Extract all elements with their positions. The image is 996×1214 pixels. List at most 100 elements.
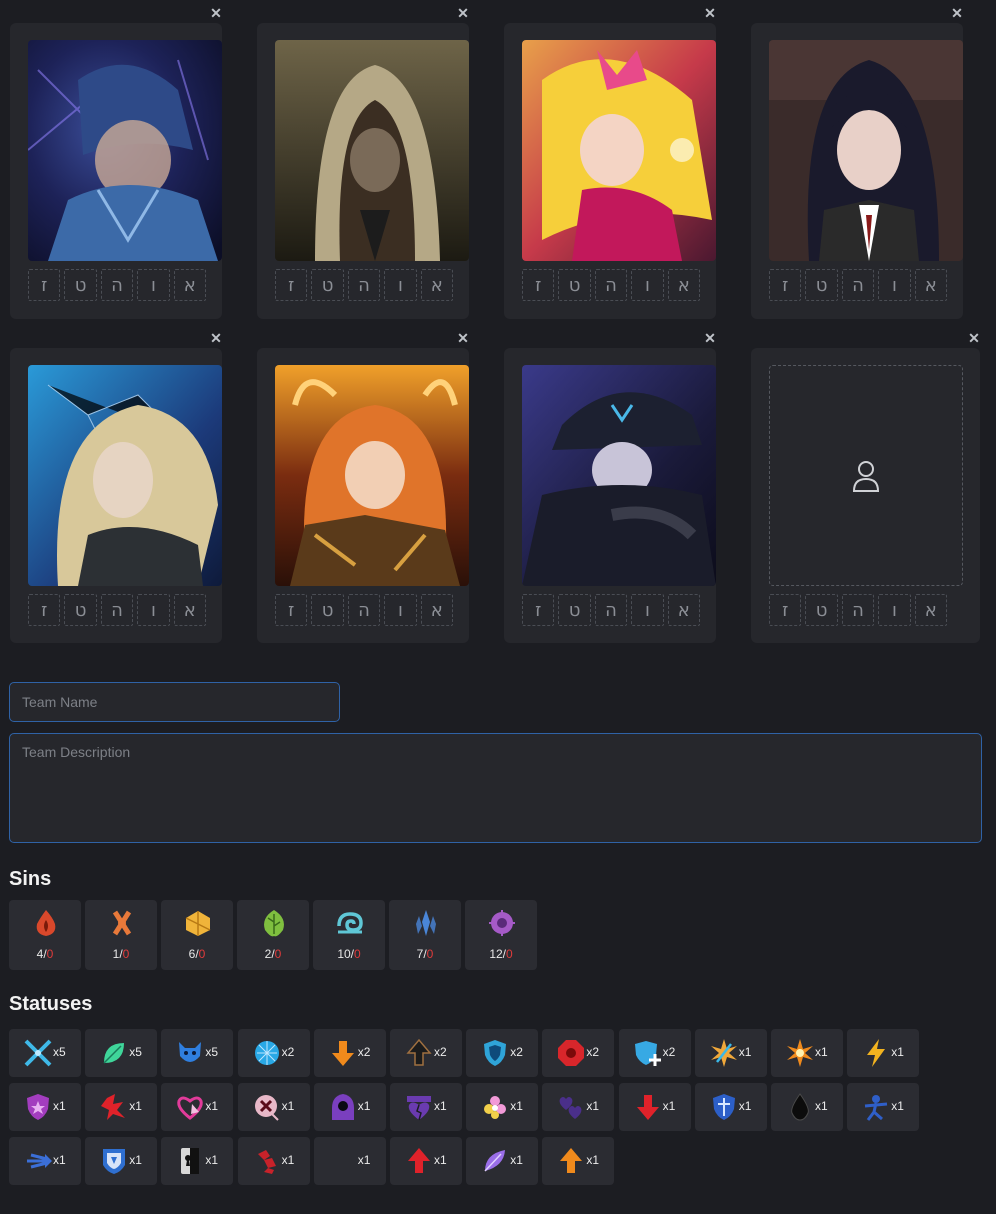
status-tile[interactable]: x1	[466, 1137, 539, 1185]
slot-6[interactable]: ז ט ה ו א	[257, 348, 469, 643]
letter-button[interactable]: ה	[594, 269, 628, 301]
portrait-constellation[interactable]	[28, 365, 222, 586]
status-tile[interactable]: x1	[694, 1083, 767, 1131]
team-description-input[interactable]	[9, 733, 982, 843]
letter-button[interactable]: ה	[100, 269, 134, 301]
status-tile[interactable]: x5	[161, 1029, 234, 1077]
remove-slot-1-icon[interactable]: ✕	[209, 6, 223, 20]
empty-portrait-placeholder[interactable]	[769, 365, 963, 586]
slot-2[interactable]: ז ט ה ו א	[257, 23, 469, 319]
letter-button[interactable]: ט	[64, 594, 97, 626]
letter-button[interactable]: א	[667, 269, 701, 301]
letter-button[interactable]: ז	[275, 269, 308, 301]
status-tile[interactable]: x1	[9, 1137, 81, 1185]
status-tile[interactable]: x1	[9, 1083, 81, 1131]
remove-slot-7-icon[interactable]: ✕	[703, 331, 717, 345]
letter-button[interactable]: ז	[275, 594, 308, 626]
portrait-hooded-blue[interactable]	[28, 40, 222, 261]
letter-button[interactable]: ו	[384, 594, 417, 626]
letter-button[interactable]: ז	[522, 269, 555, 301]
letter-button[interactable]: ט	[805, 269, 838, 301]
letter-button[interactable]: א	[420, 594, 454, 626]
letter-button[interactable]: ו	[137, 594, 170, 626]
slot-5[interactable]: ז ט ה ו א	[10, 348, 222, 643]
status-tile[interactable]: x2	[466, 1029, 539, 1077]
letter-button[interactable]: ט	[558, 594, 591, 626]
letter-button[interactable]: א	[914, 594, 948, 626]
letter-button[interactable]: ה	[594, 594, 628, 626]
status-tile[interactable]: x1	[390, 1137, 462, 1185]
letter-button[interactable]: ה	[347, 594, 381, 626]
letter-button[interactable]: ה	[347, 269, 381, 301]
slot-8-empty[interactable]: ז ט ה ו א	[751, 348, 980, 643]
portrait-veiled[interactable]	[275, 40, 469, 261]
portrait-blonde-crown[interactable]	[522, 40, 716, 261]
letter-button[interactable]: א	[173, 269, 207, 301]
status-tile[interactable]: x1	[313, 1137, 386, 1185]
status-tile[interactable]: x1	[847, 1029, 920, 1077]
status-tile[interactable]: x1	[542, 1083, 615, 1131]
status-tile[interactable]: x2	[237, 1029, 310, 1077]
status-tile[interactable]: x1	[618, 1083, 691, 1131]
status-tile[interactable]: x1	[313, 1083, 386, 1131]
status-tile[interactable]: x2	[313, 1029, 386, 1077]
status-tile[interactable]: x5	[9, 1029, 81, 1077]
letter-button[interactable]: ז	[769, 594, 802, 626]
status-tile[interactable]: x1	[237, 1083, 310, 1131]
letter-button[interactable]: ה	[841, 594, 875, 626]
letter-button[interactable]: א	[914, 269, 948, 301]
slot-3[interactable]: ז ט ה ו א	[504, 23, 716, 319]
slot-1[interactable]: ז ט ה ו א	[10, 23, 222, 319]
slot-4[interactable]: ז ט ה ו א	[751, 23, 963, 319]
letter-button[interactable]: ו	[384, 269, 417, 301]
remove-slot-8-icon[interactable]: ✕	[967, 331, 981, 345]
status-count: x1	[205, 1153, 219, 1167]
status-tile[interactable]: x1	[85, 1137, 158, 1185]
status-tile[interactable]: x1	[466, 1083, 539, 1131]
team-name-input[interactable]	[9, 682, 340, 722]
letter-button[interactable]: ו	[878, 269, 911, 301]
remove-slot-2-icon[interactable]: ✕	[456, 6, 470, 20]
status-tile[interactable]: x1	[161, 1137, 234, 1185]
letter-button[interactable]: א	[420, 269, 454, 301]
letter-button[interactable]: ו	[631, 594, 664, 626]
status-tile[interactable]: x1	[161, 1083, 234, 1131]
dark-hearts-icon	[556, 1092, 586, 1122]
status-tile[interactable]: x1	[85, 1083, 158, 1131]
status-tile[interactable]: x1	[390, 1083, 462, 1131]
portrait-flame-antlers[interactable]	[275, 365, 469, 586]
letter-button[interactable]: א	[173, 594, 207, 626]
status-tile[interactable]: x1	[694, 1029, 767, 1077]
status-tile[interactable]: x1	[847, 1083, 920, 1131]
remove-slot-5-icon[interactable]: ✕	[209, 331, 223, 345]
letter-button[interactable]: ט	[311, 269, 344, 301]
letter-button[interactable]: ו	[631, 269, 664, 301]
letter-button[interactable]: ה	[841, 269, 875, 301]
letter-button[interactable]: ז	[522, 594, 555, 626]
status-tile[interactable]: x1	[237, 1137, 310, 1185]
letter-button[interactable]: ז	[769, 269, 802, 301]
remove-slot-3-icon[interactable]: ✕	[703, 6, 717, 20]
letter-button[interactable]: ט	[311, 594, 344, 626]
letter-button[interactable]: ט	[64, 269, 97, 301]
status-tile[interactable]: x1	[771, 1029, 843, 1077]
letter-button[interactable]: א	[667, 594, 701, 626]
letter-button[interactable]: ו	[137, 269, 170, 301]
remove-slot-4-icon[interactable]: ✕	[950, 6, 964, 20]
letter-button[interactable]: ה	[100, 594, 134, 626]
status-tile[interactable]: x5	[85, 1029, 158, 1077]
slot-7[interactable]: ז ט ה ו א	[504, 348, 716, 643]
portrait-capped-soldier[interactable]	[522, 365, 716, 586]
status-tile[interactable]: x2	[390, 1029, 462, 1077]
letter-button[interactable]: ז	[28, 594, 61, 626]
status-tile[interactable]: x1	[771, 1083, 843, 1131]
status-tile[interactable]: x1	[542, 1137, 615, 1185]
status-tile[interactable]: x2	[618, 1029, 691, 1077]
status-tile[interactable]: x2	[542, 1029, 615, 1077]
letter-button[interactable]: ז	[28, 269, 61, 301]
letter-button[interactable]: ט	[805, 594, 838, 626]
letter-button[interactable]: ט	[558, 269, 591, 301]
remove-slot-6-icon[interactable]: ✕	[456, 331, 470, 345]
letter-button[interactable]: ו	[878, 594, 911, 626]
portrait-dark-haired[interactable]	[769, 40, 963, 261]
